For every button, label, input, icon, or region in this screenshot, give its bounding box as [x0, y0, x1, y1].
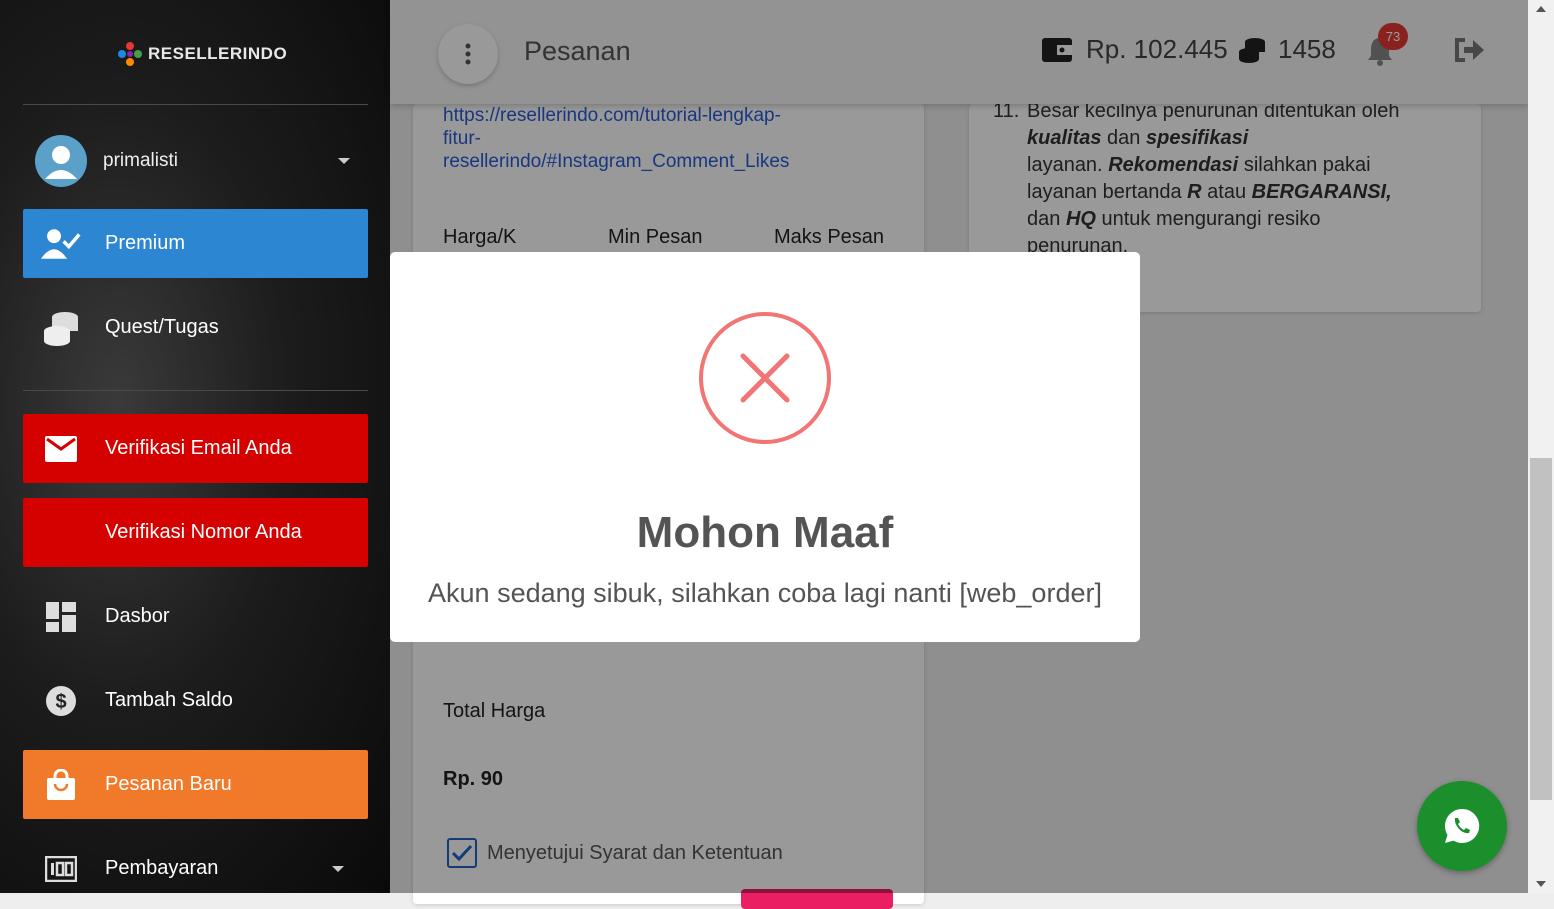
sidebar-item-quest[interactable]: Quest/Tugas	[23, 293, 368, 362]
sidebar-item-label: Verifikasi Email Anda	[105, 437, 292, 459]
sidebar-item-new-order[interactable]: Pesanan Baru	[23, 750, 368, 819]
whatsapp-icon	[1444, 808, 1480, 843]
brand-logo[interactable]: RESELLERINDO	[116, 40, 287, 68]
email-icon	[41, 431, 81, 467]
whatsapp-button[interactable]	[1417, 781, 1507, 871]
dollar-icon: $	[41, 683, 81, 719]
sidebar-item-add-balance[interactable]: $ Tambah Saldo	[23, 666, 368, 735]
user-check-icon	[41, 226, 81, 262]
chevron-down-icon	[332, 865, 344, 872]
scrollbar[interactable]	[1528, 0, 1554, 893]
dialog-message: Akun sedang sibuk, silahkan coba lagi na…	[428, 578, 1102, 608]
error-x-icon	[699, 312, 831, 444]
brand-name: RESELLERINDO	[148, 44, 288, 63]
sidebar-item-label: Verifikasi Nomor Anda	[105, 521, 302, 543]
sidebar-item-label: Premium	[105, 232, 186, 254]
coins-icon	[41, 310, 81, 346]
dashboard-icon	[41, 599, 81, 635]
user-name: primalisti	[103, 150, 178, 171]
divider	[23, 104, 368, 105]
scroll-up-arrow-icon[interactable]	[1536, 6, 1546, 12]
sidebar-item-label: Quest/Tugas	[105, 316, 219, 338]
sidebar-item-label: Dasbor	[105, 605, 170, 627]
error-dialog: Mohon Maaf Akun sedang sibuk, silahkan c…	[390, 252, 1140, 642]
payment-icon	[41, 851, 81, 887]
sidebar-item-label: Pembayaran	[105, 857, 219, 879]
sidebar-item-premium[interactable]: Premium	[23, 209, 368, 278]
divider	[23, 390, 368, 391]
shopping-bag-icon	[41, 767, 81, 803]
scroll-down-arrow-icon[interactable]	[1536, 881, 1546, 887]
sidebar-item-dashboard[interactable]: Dasbor	[23, 582, 368, 651]
sidebar-item-verify-email[interactable]: Verifikasi Email Anda	[23, 414, 368, 483]
user-menu[interactable]: primalisti	[35, 135, 350, 187]
sidebar-item-label: Tambah Saldo	[105, 689, 233, 711]
sidebar: RESELLERINDO primalisti Premium Quest/Tu…	[0, 0, 390, 893]
chevron-down-icon	[338, 158, 350, 164]
avatar	[35, 135, 87, 187]
logo-icon	[118, 42, 142, 66]
svg-text:$: $	[55, 691, 66, 713]
sidebar-item-payment[interactable]: Pembayaran	[23, 834, 368, 893]
scrollbar-thumb[interactable]	[1530, 458, 1552, 800]
sidebar-item-verify-phone[interactable]: Verifikasi Nomor Anda	[23, 498, 368, 567]
dialog-title: Mohon Maaf	[636, 508, 894, 557]
sidebar-item-label: Pesanan Baru	[105, 773, 232, 795]
